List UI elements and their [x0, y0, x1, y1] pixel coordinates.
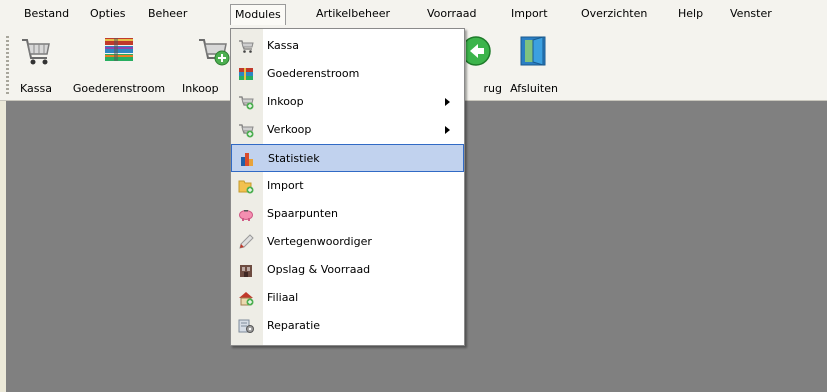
toolbar-inkoop-label: Inkoop: [182, 82, 219, 95]
menu-item-label: Opslag & Voorraad: [267, 263, 371, 276]
back-arrow-icon: [466, 36, 491, 66]
pen-icon: [239, 234, 254, 249]
menu-item-label: Reparatie: [267, 319, 321, 332]
menu-item-reparatie[interactable]: Reparatie: [231, 312, 464, 340]
toolbar-goederenstroom-button[interactable]: Goederenstroom: [64, 30, 174, 98]
menu-item-goederenstroom[interactable]: Goederenstroom: [231, 60, 464, 88]
toolbar-afsluiten-button[interactable]: Afsluiten: [506, 30, 562, 98]
menu-item-label: Inkoop: [267, 95, 304, 108]
toolbar-grip[interactable]: [6, 36, 9, 94]
submenu-arrow-icon: [445, 98, 450, 106]
cart-plus-icon: [239, 124, 254, 138]
shopping-cart-icon: [239, 40, 254, 53]
toolbar-inkoop-button[interactable]: Inkoop: [176, 30, 230, 98]
menu-modules[interactable]: Modules: [230, 4, 286, 25]
menu-item-label: Import: [267, 179, 304, 192]
menu-item-opslag-voorraad[interactable]: Opslag & Voorraad: [231, 256, 464, 284]
menu-beheer[interactable]: Beheer: [144, 6, 191, 22]
menu-item-label: Kassa: [267, 39, 299, 52]
menu-item-verkoop[interactable]: Verkoop: [231, 116, 464, 144]
menu-item-spaarpunten[interactable]: Spaarpunten: [231, 200, 464, 228]
toolbar-afsluiten-label: Afsluiten: [510, 82, 558, 95]
toolbar-terug-label: rug: [483, 82, 502, 95]
menu-item-vertegenwoordiger[interactable]: Vertegenwoordiger: [231, 228, 464, 256]
stacked-books-icon: [105, 38, 133, 61]
menu-item-label: Spaarpunten: [267, 207, 338, 220]
menu-item-label: Vertegenwoordiger: [267, 235, 372, 248]
menu-item-inkoop[interactable]: Inkoop: [231, 88, 464, 116]
menu-voorraad[interactable]: Voorraad: [423, 6, 480, 22]
stacked-books-icon: [239, 68, 253, 80]
modules-dropdown-menu: Kassa Goederenstroom Inkoop Verkoop Stat…: [230, 28, 465, 346]
toolbar-terug-button[interactable]: rug: [466, 30, 506, 98]
toolbar-goederenstroom-label: Goederenstroom: [72, 82, 166, 95]
menu-item-label: Statistiek: [268, 152, 320, 165]
menu-item-kassa[interactable]: Kassa: [231, 32, 464, 60]
toolbar-kassa-button[interactable]: Kassa: [10, 30, 62, 98]
menu-item-label: Verkoop: [267, 123, 312, 136]
menu-import[interactable]: Import: [507, 6, 552, 22]
menu-venster[interactable]: Venster: [726, 6, 776, 22]
piggy-bank-icon: [239, 210, 253, 221]
warehouse-icon: [240, 265, 252, 277]
menu-item-filiaal[interactable]: Filiaal: [231, 284, 464, 312]
bar-chart-icon: [241, 153, 253, 166]
repair-icon: [238, 319, 254, 333]
cart-plus-icon: [239, 96, 254, 110]
menu-item-import[interactable]: Import: [231, 172, 464, 200]
menu-overzichten[interactable]: Overzichten: [577, 6, 651, 22]
menu-help[interactable]: Help: [674, 6, 707, 22]
menu-item-label: Goederenstroom: [267, 67, 360, 80]
menu-artikelbeheer[interactable]: Artikelbeheer: [312, 6, 394, 22]
folder-add-icon: [238, 180, 254, 194]
menu-bestand[interactable]: Bestand: [20, 6, 73, 22]
menu-item-statistiek[interactable]: Statistiek: [231, 144, 464, 172]
toolbar-kassa-label: Kassa: [20, 82, 52, 95]
shopping-cart-icon: [22, 39, 50, 65]
cart-plus-icon: [199, 39, 230, 66]
exit-door-icon: [520, 36, 546, 66]
menu-item-label: Filiaal: [267, 291, 299, 304]
menu-opties[interactable]: Opties: [86, 6, 130, 22]
house-icon: [239, 292, 254, 306]
menu-bar: Bestand Opties Beheer Modules Artikelbeh…: [0, 0, 827, 26]
submenu-arrow-icon: [445, 126, 450, 134]
